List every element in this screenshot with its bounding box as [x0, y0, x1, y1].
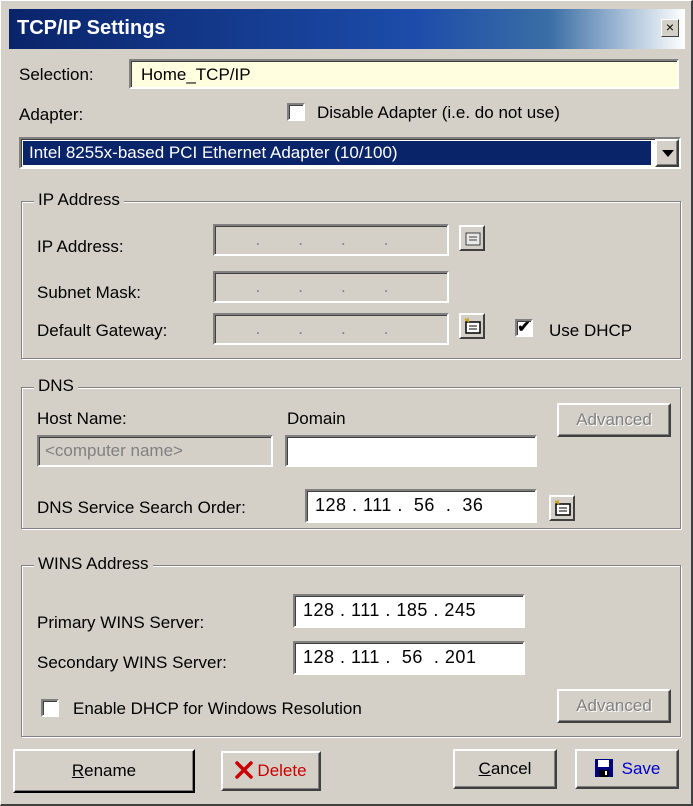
delete-label: Delete: [257, 761, 307, 780]
domain-field[interactable]: [285, 435, 537, 467]
adapter-selected-value: Intel 8255x-based PCI Ethernet Adapter (…: [29, 143, 398, 162]
subnet-mask-field[interactable]: ....: [213, 271, 449, 303]
window-title: TCP/IP Settings: [17, 17, 166, 39]
close-icon[interactable]: ×: [661, 19, 679, 37]
dropdown-arrow-icon[interactable]: [655, 139, 679, 167]
delete-button[interactable]: Delete: [221, 751, 321, 791]
dns-search-order-label: DNS Service Search Order:: [37, 498, 246, 517]
gateway-list-icon[interactable]: [459, 313, 485, 339]
dns-advanced-button[interactable]: Advanced: [557, 403, 671, 437]
default-gateway-label: Default Gateway:: [37, 321, 168, 340]
wins-group-title: WINS Address: [34, 554, 153, 574]
selection-field[interactable]: Home_TCP/IP: [129, 59, 679, 89]
ip-address-group-title: IP Address: [34, 190, 124, 210]
title-bar: TCP/IP Settings ×: [9, 9, 685, 49]
dns-search-order-field[interactable]: 128 . 111 . 56 . 36: [305, 489, 537, 523]
dns-list-icon[interactable]: [549, 495, 575, 521]
disable-adapter-checkbox[interactable]: [287, 103, 305, 121]
adapter-dropdown[interactable]: Intel 8255x-based PCI Ethernet Adapter (…: [19, 137, 681, 169]
enable-dhcp-wins-checkbox[interactable]: [41, 699, 59, 717]
subnet-mask-label: Subnet Mask:: [37, 283, 141, 302]
host-name-label: Host Name:: [37, 409, 127, 428]
secondary-wins-field[interactable]: 128 . 111 . 56 . 201: [293, 641, 525, 675]
selection-value: Home_TCP/IP: [141, 65, 251, 84]
ip-address-label: IP Address:: [37, 237, 124, 256]
host-name-placeholder: <computer name>: [45, 441, 183, 460]
use-dhcp-checkbox[interactable]: ✔: [515, 319, 533, 337]
use-dhcp-label: Use DHCP: [549, 321, 633, 340]
domain-label: Domain: [287, 409, 346, 428]
adapter-label: Adapter:: [19, 105, 84, 124]
disable-adapter-label: Disable Adapter (i.e. do not use): [317, 103, 560, 122]
ip-list-icon[interactable]: [459, 225, 485, 251]
floppy-disk-icon: [594, 759, 613, 777]
delete-x-icon: [235, 761, 254, 779]
save-button[interactable]: Save: [575, 749, 679, 789]
ip-address-field[interactable]: ....: [213, 224, 449, 256]
tcpip-settings-window: TCP/IP Settings × Selection: Home_TCP/IP…: [0, 0, 693, 806]
cancel-button[interactable]: Cancel: [453, 749, 557, 789]
dns-group-title: DNS: [34, 376, 78, 396]
host-name-field[interactable]: <computer name>: [37, 435, 273, 467]
rename-button[interactable]: Rename: [13, 749, 195, 793]
enable-dhcp-wins-label: Enable DHCP for Windows Resolution: [73, 699, 362, 718]
adapter-selection-highlight: Intel 8255x-based PCI Ethernet Adapter (…: [23, 141, 651, 165]
dns-search-order-value: 128 . 111 . 56 . 36: [315, 495, 484, 515]
default-gateway-field[interactable]: ....: [213, 313, 449, 345]
primary-wins-label: Primary WINS Server:: [37, 613, 205, 632]
selection-label: Selection:: [19, 65, 94, 84]
wins-advanced-button[interactable]: Advanced: [557, 689, 671, 723]
secondary-wins-label: Secondary WINS Server:: [37, 653, 227, 672]
secondary-wins-value: 128 . 111 . 56 . 201: [303, 647, 477, 667]
primary-wins-value: 128 . 111 . 185 . 245: [303, 600, 476, 620]
primary-wins-field[interactable]: 128 . 111 . 185 . 245: [293, 594, 525, 628]
save-label: Save: [621, 759, 661, 778]
